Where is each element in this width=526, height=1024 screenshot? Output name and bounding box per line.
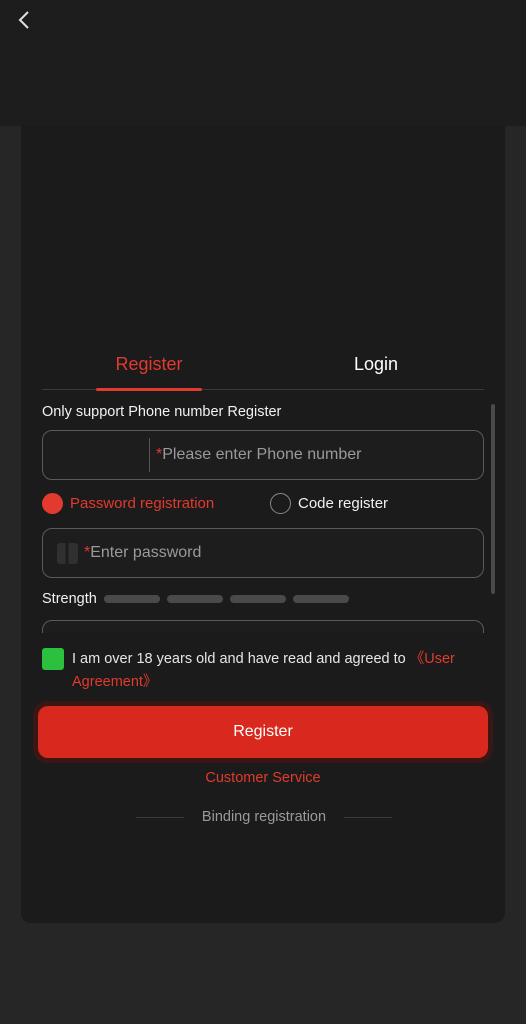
agreement-statement: I am over 18 years old and have read and… (72, 651, 410, 667)
strength-bar (229, 595, 286, 603)
country-code-selector[interactable] (43, 431, 149, 479)
agreement-checkbox[interactable] (42, 648, 64, 670)
phone-number-field[interactable]: *Please enter Phone number (42, 430, 484, 480)
chevron-left-icon (18, 11, 29, 29)
form-scrollbar[interactable] (491, 404, 495, 594)
password-field[interactable]: *Enter password (42, 528, 484, 578)
divider-line (136, 816, 184, 818)
radio-unselected-icon (270, 493, 291, 514)
lock-icon (57, 542, 78, 564)
strength-bar (103, 595, 160, 603)
password-strength: Strength (42, 590, 356, 608)
confirm-password-field[interactable] (42, 620, 484, 633)
radio-selected-icon (42, 493, 63, 514)
back-button[interactable] (12, 8, 36, 32)
agreement-row: I am over 18 years old and have read and… (42, 648, 472, 694)
strength-label: Strength (42, 591, 97, 607)
strength-bar (292, 595, 349, 603)
radio-code-label: Code register (298, 495, 389, 512)
tab-login[interactable]: Login (322, 338, 430, 390)
binding-registration: Binding registration (136, 807, 392, 827)
phone-placeholder: *Please enter Phone number (156, 446, 361, 464)
field-divider (149, 438, 150, 472)
registration-method: Password registration Code register (42, 493, 484, 515)
divider-line (343, 816, 392, 818)
customer-service-link[interactable]: Customer Service (0, 770, 526, 786)
register-button[interactable]: Register (33, 701, 493, 763)
strength-bar (166, 595, 223, 603)
register-button-label: Register (38, 706, 488, 758)
password-placeholder: *Enter password (84, 544, 201, 562)
binding-registration-link[interactable]: Binding registration (202, 809, 326, 825)
agreement-text: I am over 18 years old and have read and… (42, 648, 472, 694)
radio-code-register[interactable]: Code register (270, 493, 388, 514)
tab-register[interactable]: Register (96, 338, 202, 391)
radio-password-label: Password registration (70, 495, 215, 512)
password-placeholder-text: Enter password (90, 544, 202, 561)
radio-password-registration[interactable]: Password registration (42, 493, 214, 514)
register-form: Only support Phone number Register *Plea… (42, 404, 484, 633)
phone-placeholder-text: Please enter Phone number (162, 446, 362, 463)
phone-only-hint: Only support Phone number Register (42, 404, 282, 420)
top-bar (0, 0, 526, 126)
auth-tabs: Register Login (42, 338, 484, 391)
